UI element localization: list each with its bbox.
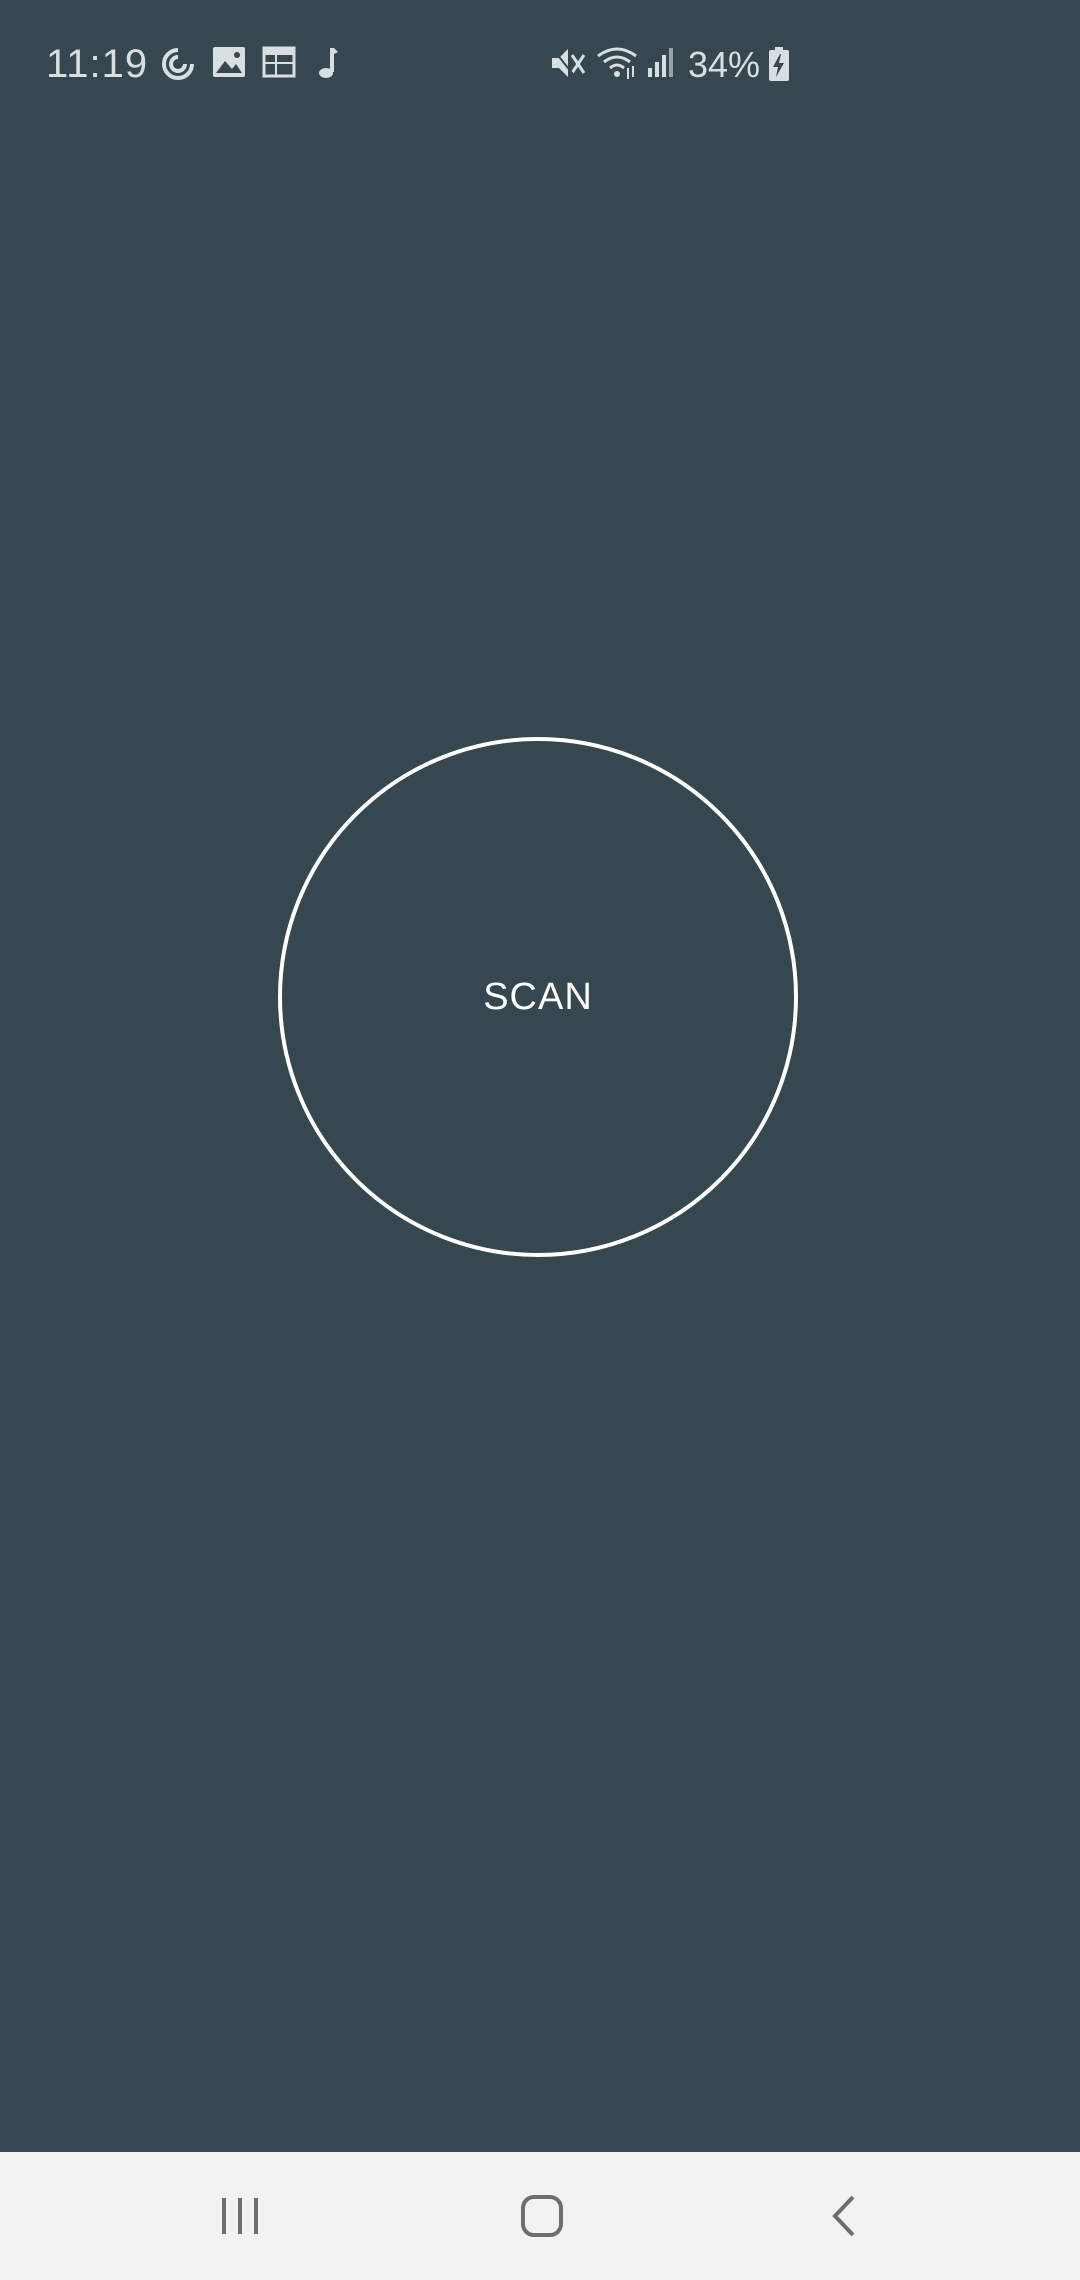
battery-charging-icon (768, 46, 790, 82)
status-bar: 11:19 34% (0, 0, 1080, 132)
sync-icon (160, 46, 196, 82)
recent-apps-button[interactable] (180, 2178, 300, 2254)
battery-percent: 34% (688, 44, 761, 85)
cellular-signal-icon (646, 46, 676, 78)
home-button[interactable] (482, 2178, 602, 2254)
mute-icon (550, 46, 586, 80)
scan-button-label: SCAN (483, 975, 593, 1018)
scan-button[interactable]: SCAN (278, 737, 798, 1257)
back-button[interactable] (784, 2178, 904, 2254)
wifi-icon (596, 46, 638, 80)
calendar-icon (262, 46, 296, 78)
recent-apps-icon (218, 2196, 262, 2236)
music-note-icon (316, 46, 340, 80)
image-icon (212, 46, 246, 78)
home-icon (520, 2194, 564, 2238)
navigation-bar (0, 2152, 1080, 2280)
status-time: 11:19 (46, 42, 149, 86)
back-icon (829, 2194, 859, 2238)
scan-screen: SCAN (0, 132, 1080, 2152)
